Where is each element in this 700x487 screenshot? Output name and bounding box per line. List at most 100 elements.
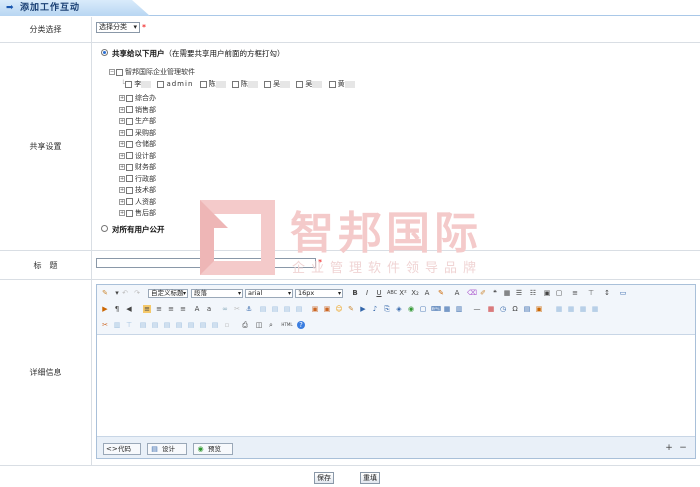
checkbox[interactable] (199, 80, 207, 88)
date-icon[interactable]: ▦ (487, 305, 495, 313)
tree-dept[interactable]: + 仓储部 (119, 139, 156, 149)
insert-paragraph-icon[interactable]: ▦ (579, 305, 587, 313)
align-center-icon[interactable]: ≡ (155, 305, 163, 313)
tree-dept[interactable]: + 采购部 (119, 128, 156, 138)
insert-row-icon[interactable]: ▦ (591, 305, 599, 313)
unlink-icon[interactable]: ✂ (233, 305, 241, 313)
checkbox[interactable] (126, 129, 133, 136)
insert-col-icon[interactable]: ▤ (187, 321, 195, 329)
paragraph-select[interactable]: 段落 (191, 289, 243, 298)
code-icon[interactable]: ⌨ (431, 305, 441, 313)
time-icon[interactable]: ◷ (499, 305, 507, 313)
window-icon[interactable]: ▭ (619, 289, 627, 297)
align-right-icon[interactable]: ≡ (167, 305, 175, 313)
rich-text-editor[interactable]: ✎ ▾ ↶ ↷ 自定义标题 段落 arial 16px B I U ABC X²… (96, 284, 696, 459)
upper-case-icon[interactable]: A (193, 305, 201, 313)
page-icon[interactable]: ▢ (555, 289, 563, 297)
anchor-icon[interactable]: ⚓ (245, 305, 253, 313)
image-right-icon[interactable]: ▤ (283, 305, 291, 313)
preview-icon[interactable]: ◫ (255, 321, 263, 329)
strikethrough-icon[interactable]: ABC (387, 289, 397, 297)
tree-dept[interactable]: + 设计部 (119, 151, 156, 161)
brush-icon[interactable]: ✐ (479, 289, 487, 297)
size-select[interactable]: 16px (295, 289, 343, 298)
merge-cells-icon[interactable]: ✂ (101, 321, 109, 329)
music-icon[interactable]: ♪ (371, 305, 379, 313)
tree-root[interactable]: − 智邦国际企业管理软件 (109, 67, 195, 77)
search-icon[interactable]: ⌕ (267, 321, 275, 329)
ltr-icon[interactable]: ▶ (101, 305, 109, 313)
unordered-list-icon[interactable]: ☷ (529, 289, 537, 297)
paragraph-icon[interactable]: ¶ (113, 305, 121, 313)
search-replace-icon[interactable]: ▤ (523, 305, 531, 313)
print-icon[interactable]: ⎙ (241, 321, 249, 329)
align-justify-icon[interactable]: ≡ (179, 305, 187, 313)
expand-icon[interactable]: + (665, 444, 673, 453)
checkbox[interactable] (126, 186, 133, 194)
image-center-icon[interactable]: ▤ (295, 305, 303, 313)
checkbox[interactable] (126, 106, 133, 113)
tree-dept[interactable]: + 行政部 (119, 174, 156, 184)
checkbox[interactable] (126, 163, 133, 171)
checkbox[interactable] (126, 140, 133, 148)
lower-case-icon[interactable]: a (205, 305, 213, 313)
multi-image-icon[interactable]: ▣ (323, 305, 331, 313)
checkbox[interactable] (328, 80, 336, 88)
delete-table-icon[interactable]: ▦ (567, 305, 575, 313)
dropdown-icon[interactable]: ▾ (113, 289, 121, 297)
scrawl-icon[interactable]: ✎ (347, 305, 355, 313)
font-color-icon[interactable]: A (423, 289, 431, 297)
code-mode-button[interactable]: <> 代码 (103, 443, 141, 455)
web-app-icon[interactable]: ▦ (443, 305, 451, 313)
table-icon[interactable]: ▦ (503, 289, 511, 297)
special-char-icon[interactable]: Ω (511, 305, 519, 313)
select-all-icon[interactable]: ▣ (543, 289, 551, 297)
attachment-icon[interactable]: ⎘ (383, 305, 391, 313)
row-spacing-icon[interactable]: ≡ (571, 289, 579, 297)
delete-row-icon[interactable]: ▤ (175, 321, 183, 329)
undo-icon[interactable]: ↶ (121, 289, 129, 297)
highlight-icon[interactable]: ✎ (437, 289, 445, 297)
superscript-icon[interactable]: X² (399, 289, 407, 297)
preview-mode-button[interactable]: ◉ 预览 (193, 443, 233, 455)
font-select[interactable]: arial (245, 289, 293, 298)
share-selected-radio[interactable] (101, 49, 108, 56)
checkbox[interactable] (126, 117, 133, 125)
tree-dept[interactable]: + 技术部 (119, 185, 156, 195)
rtl-icon[interactable]: ◀ (125, 305, 133, 313)
split-cells-icon[interactable]: ▤ (139, 321, 147, 329)
split-rows-icon[interactable]: ▤ (151, 321, 159, 329)
checkbox[interactable] (126, 209, 133, 217)
checkbox[interactable] (126, 175, 133, 182)
cell-icon[interactable]: ▤ (211, 321, 219, 329)
checkbox[interactable] (116, 68, 123, 76)
ordered-list-icon[interactable]: ☰ (515, 289, 523, 297)
title-input[interactable] (96, 258, 316, 268)
eraser-icon[interactable]: ⌫ (467, 289, 477, 297)
checkbox[interactable] (157, 80, 165, 88)
image-left-icon[interactable]: ▤ (271, 305, 279, 313)
checkbox[interactable] (126, 94, 133, 102)
tree-dept[interactable]: + 综合办 (119, 93, 156, 103)
reset-button[interactable]: 重填 (360, 472, 380, 484)
tree-dept[interactable]: + 财务部 (119, 162, 156, 172)
html-icon[interactable]: HTML (281, 321, 293, 329)
checkbox[interactable] (231, 80, 239, 88)
collapse-icon[interactable]: − (679, 444, 687, 453)
pagebreak-icon[interactable]: ▫ (223, 321, 231, 329)
align-top-icon[interactable]: ⊤ (587, 289, 595, 297)
format-icon[interactable]: A (453, 289, 461, 297)
link-icon[interactable]: ∞ (221, 305, 229, 313)
save-button[interactable]: 保存 (314, 472, 334, 484)
horizontal-line-icon[interactable]: — (473, 305, 481, 313)
merge-down-icon[interactable]: ⊤ (125, 321, 133, 329)
tree-dept[interactable]: + 人资部 (119, 197, 156, 207)
checkbox[interactable] (126, 152, 133, 159)
insert-frame-icon[interactable]: ▢ (419, 305, 427, 313)
image-float-none-icon[interactable]: ▤ (259, 305, 267, 313)
subscript-icon[interactable]: X₂ (411, 289, 419, 297)
align-left-icon[interactable]: ≡ (143, 305, 151, 313)
quote-icon[interactable]: ❝ (491, 289, 499, 297)
merge-right-icon[interactable]: ▥ (113, 321, 121, 329)
magic-wand-icon[interactable]: ✎ (101, 289, 109, 297)
